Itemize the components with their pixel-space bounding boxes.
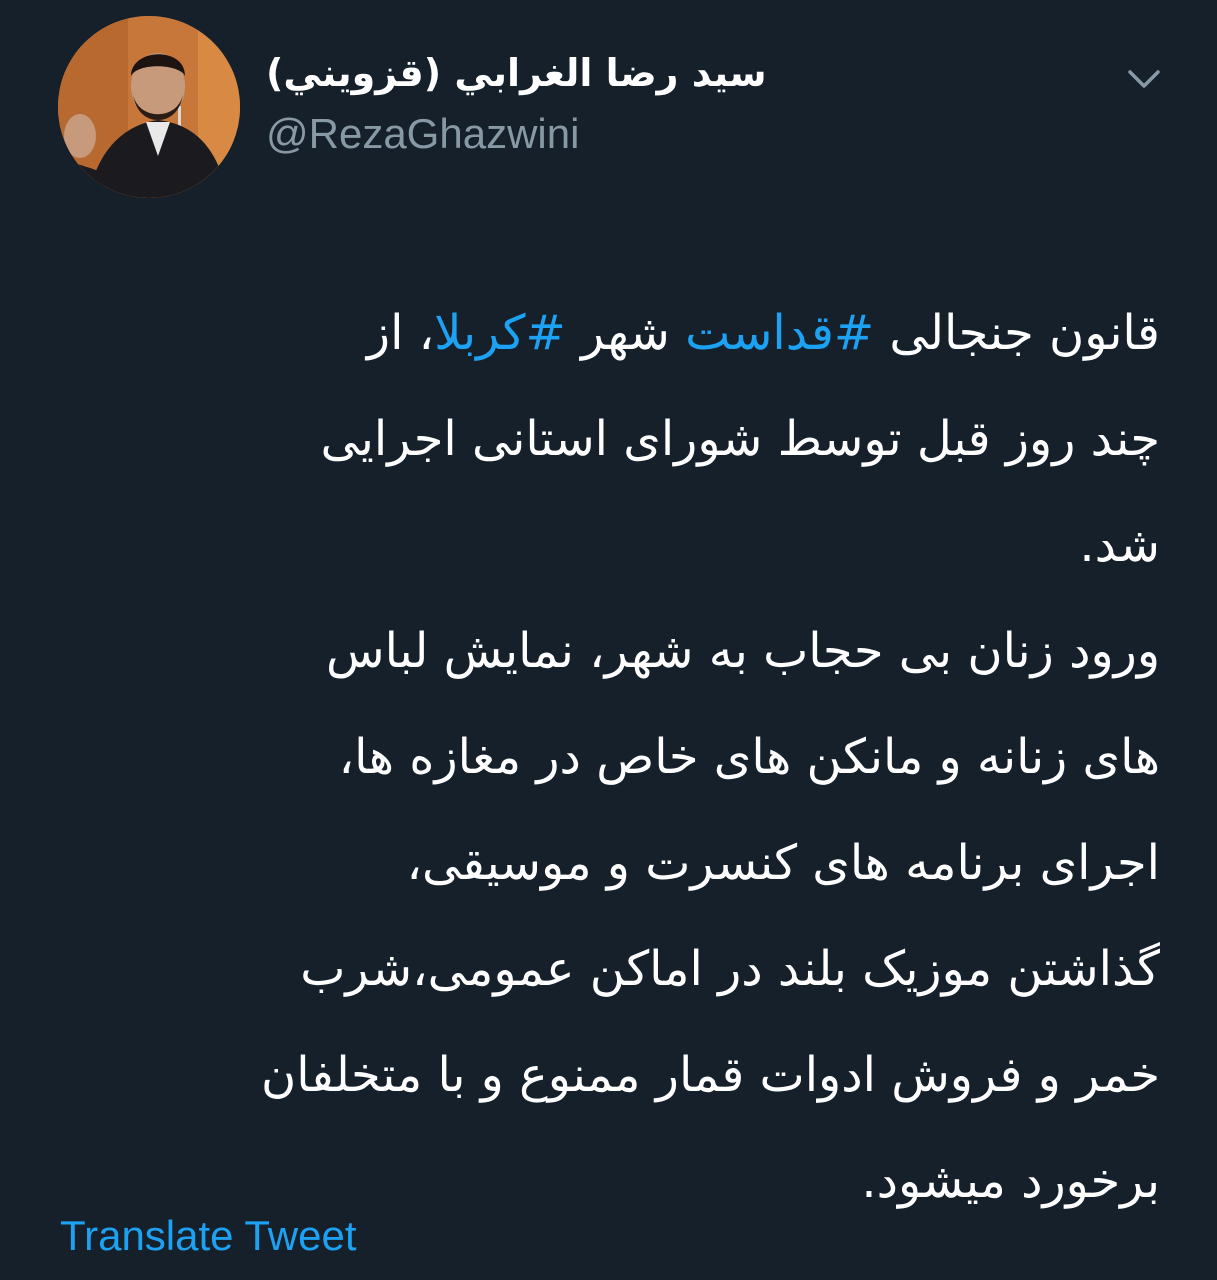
- tweet-line: گذاشتن موزیک بلند در اماکن عمومی،شرب: [300, 941, 1160, 997]
- tweet-card: سيد رضا الغرابي (قزويني) @RezaGhazwini ق…: [0, 0, 1217, 1280]
- translate-tweet-link[interactable]: Translate Tweet: [60, 1210, 356, 1262]
- profile-photo-icon: [58, 16, 240, 198]
- avatar[interactable]: [58, 16, 240, 198]
- tweet-line: ورود زنان بی حجاب به شهر، نمایش لباس: [326, 623, 1160, 679]
- tweet-line: قانون جنجالی #قداست شهر #کربلا، از: [60, 280, 1160, 386]
- display-name[interactable]: سيد رضا الغرابي (قزويني): [266, 46, 826, 100]
- tweet-text-segment: قانون جنجالی: [874, 305, 1160, 361]
- tweet-line: اجرای برنامه های کنسرت و موسیقی،: [406, 835, 1160, 891]
- tweet-line: خمر و فروش ادوات قمار ممنوع و با متخلفان: [260, 1047, 1160, 1103]
- tweet-text: قانون جنجالی #قداست شهر #کربلا، از چند ر…: [60, 280, 1160, 1234]
- tweet-line: چند روز قبل توسط شورای استانی اجرایی: [320, 411, 1160, 467]
- hashtag-link[interactable]: #کربلا: [434, 305, 566, 361]
- tweet-text-segment: شهر: [565, 305, 686, 361]
- tweet-line: شد.: [1079, 517, 1160, 573]
- user-handle[interactable]: @RezaGhazwini: [266, 108, 579, 160]
- tweet-line: های زنانه و مانکن های خاص در مغازه ها،: [338, 729, 1160, 785]
- tweet-text-segment: ، از: [366, 305, 435, 361]
- chevron-down-icon[interactable]: [1122, 58, 1166, 98]
- hashtag-link[interactable]: #قداست: [685, 305, 874, 361]
